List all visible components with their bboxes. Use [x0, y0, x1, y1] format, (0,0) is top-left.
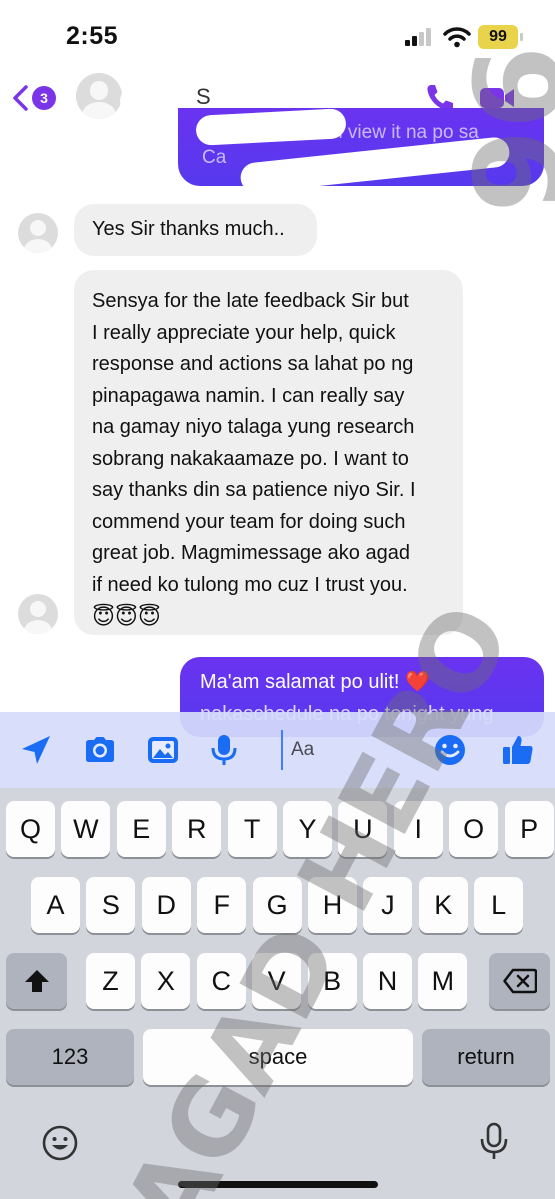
- message-line: if need ko tulong mo cuz I trust you.: [92, 573, 408, 596]
- message-emojis: 😇😇😇: [92, 604, 161, 629]
- battery-indicator: 99: [478, 25, 523, 49]
- home-indicator: [178, 1181, 378, 1188]
- key-letter[interactable]: W: [61, 801, 111, 857]
- message-line: response and actions sa lahat po ng: [92, 353, 414, 375]
- key-letter[interactable]: P: [504, 801, 554, 857]
- emoji-keyboard-icon[interactable]: [40, 1123, 80, 1163]
- back-chevron-icon[interactable]: [10, 84, 30, 112]
- message-line: sobrang nakakaamaze po. I want to: [92, 447, 409, 470]
- key-letter[interactable]: Y: [283, 801, 332, 857]
- key-letter[interactable]: U: [338, 801, 388, 857]
- message-line: I really appreciate your help, quick: [92, 321, 396, 344]
- message-text: Ma'am salamat po ulit! ❤️: [200, 671, 430, 693]
- key-letter[interactable]: X: [141, 953, 191, 1009]
- incoming-message-bubble[interactable]: Sensya for the late feedback Sir but I r…: [74, 270, 463, 635]
- key-letter[interactable]: T: [227, 801, 277, 857]
- key-letter[interactable]: O: [449, 801, 499, 857]
- incoming-message-bubble[interactable]: Yes Sir thanks much..: [74, 204, 317, 256]
- key-letter[interactable]: J: [363, 877, 413, 933]
- message-line: great job. Magmimessage ako agad: [92, 542, 410, 564]
- key-letter[interactable]: R: [172, 801, 222, 857]
- key-letter[interactable]: I: [393, 801, 443, 857]
- key-letter[interactable]: K: [418, 877, 468, 933]
- key-letter[interactable]: D: [141, 877, 191, 933]
- status-time: 2:55: [66, 22, 119, 50]
- photo-icon[interactable]: [145, 732, 181, 768]
- key-letter[interactable]: L: [474, 877, 524, 933]
- contact-avatar[interactable]: [76, 73, 122, 119]
- unread-count-badge: 3: [32, 86, 56, 110]
- shift-arrow-icon: [24, 970, 49, 992]
- emoji-icon[interactable]: [432, 732, 468, 768]
- key-return[interactable]: return: [422, 1029, 550, 1085]
- key-shift[interactable]: [6, 953, 67, 1009]
- message-line: Sensya for the late feedback Sir but: [92, 290, 409, 312]
- key-letter[interactable]: N: [363, 953, 412, 1009]
- message-line: say thanks din sa patience niyo Sir. I: [92, 479, 416, 501]
- key-letter[interactable]: Q: [6, 801, 55, 857]
- key-letter[interactable]: M: [418, 953, 468, 1009]
- key-letter[interactable]: A: [31, 877, 80, 933]
- sender-avatar[interactable]: [18, 594, 58, 634]
- camera-icon[interactable]: [82, 732, 118, 768]
- key-numbers[interactable]: 123: [6, 1029, 134, 1085]
- send-arrow-icon[interactable]: [18, 732, 54, 768]
- key-letter[interactable]: H: [308, 877, 357, 933]
- key-letter[interactable]: S: [86, 877, 136, 933]
- key-letter[interactable]: C: [196, 953, 246, 1009]
- key-letter[interactable]: Z: [86, 953, 135, 1009]
- key-letter[interactable]: B: [307, 953, 357, 1009]
- key-letter[interactable]: G: [252, 877, 302, 933]
- wifi-icon: [443, 27, 471, 48]
- message-line: na gamay niyo talaga yung research: [92, 416, 415, 438]
- key-letter[interactable]: F: [197, 877, 247, 933]
- message-line: pinapagawa namin. I can really say: [92, 384, 405, 407]
- key-backspace[interactable]: [489, 953, 550, 1009]
- message-composer: [0, 712, 555, 788]
- key-space[interactable]: space: [143, 1029, 413, 1085]
- sender-avatar[interactable]: [18, 213, 58, 253]
- message-line: commend your team for doing such: [92, 510, 406, 533]
- microphone-icon[interactable]: [206, 732, 242, 768]
- thumbs-up-icon[interactable]: [500, 732, 536, 768]
- cellular-signal-icon: [405, 28, 435, 46]
- backspace-icon: [502, 968, 537, 994]
- key-letter[interactable]: E: [116, 801, 166, 857]
- status-bar: 2:55 99: [0, 0, 555, 70]
- dictation-microphone-icon[interactable]: [474, 1121, 514, 1161]
- message-text: Yes Sir thanks much..: [92, 218, 285, 240]
- key-letter[interactable]: V: [252, 953, 302, 1009]
- partial-contact-name: S: [196, 84, 211, 109]
